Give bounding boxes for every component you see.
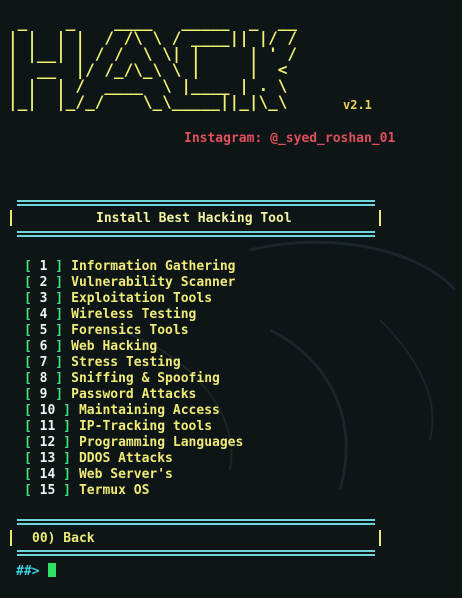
menu-item-number: 7 [39,355,48,370]
menu-item[interactable]: [ 1 ] Information Gathering [24,259,243,275]
header-left-bar [10,210,12,226]
menu-item-label: Vulnerability Scanner [71,275,236,290]
menu-item-number: 13 [39,451,56,466]
menu-item-number: 15 [39,483,56,498]
menu-item-label: Programming Languages [78,435,244,450]
header-bottom-rule [17,231,375,237]
menu-item[interactable]: [ 15 ] Termux OS [24,483,243,499]
menu-item-label: Password Attacks [71,387,197,402]
menu-item-label: Maintaining Access [78,403,220,418]
menu-item[interactable]: [ 5 ] Forensics Tools [24,323,243,339]
menu-item-number: 12 [39,435,56,450]
footer-right-bar [379,530,381,546]
terminal-window[interactable]: _ _ ____ _____ _ __ | | | | / /\ \ / ___… [0,0,462,598]
footer-top-rule [17,519,375,525]
menu-item[interactable]: [ 10 ] Maintaining Access [24,403,243,419]
menu-item-number: 11 [39,419,56,434]
menu-item-label: Forensics Tools [71,323,189,338]
menu-item[interactable]: [ 3 ] Exploitation Tools [24,291,243,307]
menu-item[interactable]: [ 2 ] Vulnerability Scanner [24,275,243,291]
menu-item[interactable]: [ 4 ] Wireless Testing [24,307,243,323]
text-cursor[interactable] [48,563,56,577]
header-top-rule [17,200,375,206]
menu-item-number: 10 [39,403,56,418]
menu-item-number: 5 [39,323,48,338]
menu-item[interactable]: [ 11 ] IP-Tracking tools [24,419,243,435]
menu-item-label: Wireless Testing [71,307,197,322]
menu-item-number: 1 [39,259,48,274]
menu-item[interactable]: [ 6 ] Web Hacking [24,339,243,355]
menu-item[interactable]: [ 14 ] Web Server's [24,467,243,483]
banner-line: |_| |_/_/ \_\_____||_|\_\ [8,92,288,111]
menu-item-number: 9 [39,387,48,402]
header-right-bar [379,210,381,226]
menu-item-label: Information Gathering [71,259,236,274]
menu-item-label: Exploitation Tools [71,291,213,306]
menu-item[interactable]: [ 7 ] Stress Testing [24,355,243,371]
menu-item-label: Termux OS [78,483,150,498]
menu-item-label: Web Server's [78,467,173,482]
tool-menu: [ 1 ] Information Gathering [ 2 ] Vulnerab… [24,259,243,499]
menu-item-number: 2 [39,275,48,290]
footer-bottom-rule [17,550,375,556]
menu-item-number: 14 [39,467,56,482]
back-option[interactable]: 00) Back [32,531,95,546]
menu-item[interactable]: [ 8 ] Sniffing & Spoofing [24,371,243,387]
menu-item-label: DDOS Attacks [78,451,173,466]
header-title: Install Best Hacking Tool [96,211,292,226]
instagram-handle: Instagram: @_syed_roshan_01 [184,131,396,146]
footer-left-bar [10,530,12,546]
hack-ascii-banner: _ _ ____ _____ _ __ | | | | / /\ \ / ___… [8,14,307,110]
shell-prompt: ##> [16,564,40,579]
menu-item[interactable]: [ 9 ] Password Attacks [24,387,243,403]
menu-item-number: 3 [39,291,48,306]
menu-item-label: Stress Testing [71,355,181,370]
menu-item-label: Sniffing & Spoofing [71,371,220,386]
menu-item-number: 4 [39,307,48,322]
menu-item-label: Web Hacking [71,339,158,354]
version-label: v2.1 [343,98,372,112]
menu-item-number: 6 [39,339,48,354]
menu-item[interactable]: [ 13 ] DDOS Attacks [24,451,243,467]
menu-item-label: IP-Tracking tools [78,419,213,434]
menu-item-number: 8 [39,371,48,386]
menu-item[interactable]: [ 12 ] Programming Languages [24,435,243,451]
